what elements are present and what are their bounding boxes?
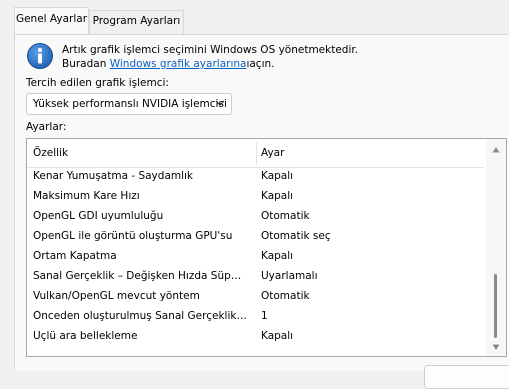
preferred-gpu-dropdown[interactable]: Yüksek performanslı NVIDIA işlemcisi — [26, 93, 232, 115]
scrollbar-thumb[interactable] — [494, 274, 497, 338]
column-header-setting[interactable]: Ayar — [261, 147, 284, 159]
tab-general-settings[interactable]: Genel Ayarlar — [14, 7, 89, 35]
table-row[interactable]: OpenGL ile görüntü oluşturma GPU'su Otom… — [27, 227, 484, 247]
feature-cell: Maksimum Kare Hızı — [33, 190, 140, 202]
settings-list: Özellik Ayar Kenar Yumuşatma - Saydamlık… — [26, 138, 507, 357]
restore-button[interactable] — [424, 365, 509, 389]
tab-general-settings-label: Genel Ayarlar — [15, 13, 88, 25]
setting-cell: Kapalı — [261, 190, 294, 202]
table-row[interactable]: Sanal Gerçeklik – Değişken Hızda Süper Ö… — [27, 267, 484, 287]
table-row[interactable]: Önceden oluşturulmuş Sanal Gerçeklik kar… — [27, 307, 484, 327]
info-link-suffix: ıaçın. — [246, 58, 275, 70]
info-link-prefix: Buradan — [62, 58, 107, 70]
setting-cell: Otomatik — [261, 210, 310, 222]
vertical-scrollbar[interactable] — [486, 139, 506, 356]
scroll-up-arrow-icon[interactable] — [492, 145, 500, 153]
setting-cell: Otomatik seç — [261, 230, 331, 242]
table-row[interactable]: Üçlü ara bellekleme Kapalı — [27, 327, 484, 347]
scroll-down-arrow-icon[interactable] — [492, 342, 500, 350]
preferred-gpu-label: Tercih edilen grafik işlemci: — [26, 77, 169, 89]
table-row[interactable]: OpenGL GDI uyumluluğu Otomatik — [27, 207, 484, 227]
settings-label: Ayarlar: — [26, 121, 67, 133]
table-row[interactable]: Ortam Kapatma Kapalı — [27, 247, 484, 267]
list-header: Özellik Ayar — [27, 139, 484, 168]
tab-program-settings[interactable]: Program Ayarları — [89, 10, 184, 34]
chevron-down-icon — [215, 98, 225, 108]
feature-cell: Önceden oluşturulmuş Sanal Gerçeklik kar… — [33, 310, 247, 322]
feature-cell: OpenGL ile görüntü oluşturma GPU'su — [33, 230, 233, 242]
feature-cell: OpenGL GDI uyumluluğu — [33, 210, 164, 222]
table-row[interactable]: Vulkan/OpenGL mevcut yöntem Otomatik — [27, 287, 484, 307]
setting-cell: Kapalı — [261, 170, 294, 182]
column-header-feature[interactable]: Özellik — [33, 147, 68, 159]
feature-cell: Kenar Yumuşatma - Saydamlık — [33, 170, 194, 182]
setting-cell: Kapalı — [261, 250, 294, 262]
feature-cell: Sanal Gerçeklik – Değişken Hızda Süper Ö… — [33, 270, 247, 282]
tab-bar: Genel Ayarlar Program Ayarları — [0, 0, 509, 35]
setting-cell: Uyarlamalı — [261, 270, 318, 282]
setting-cell: Otomatik — [261, 290, 310, 302]
table-row[interactable]: Kenar Yumuşatma - Saydamlık Kapalı — [27, 167, 484, 187]
column-divider[interactable] — [256, 142, 257, 164]
feature-cell: Üçlü ara bellekleme — [33, 330, 138, 342]
tab-program-settings-label: Program Ayarları — [92, 15, 181, 27]
info-text: Artık grafik işlemci seçimini Windows OS… — [62, 44, 359, 56]
table-row[interactable]: Maksimum Kare Hızı Kapalı — [27, 187, 484, 207]
info-icon — [26, 42, 54, 70]
info-link-line: Buradan Windows grafik ayarlarınaıaçın. — [62, 58, 275, 70]
windows-graphics-settings-link[interactable]: Windows grafik ayarlarına — [110, 58, 247, 70]
settings-rows: Kenar Yumuşatma - Saydamlık Kapalı Maksi… — [27, 167, 484, 347]
setting-cell: Kapalı — [261, 330, 294, 342]
setting-cell: 1 — [261, 310, 268, 322]
feature-cell: Ortam Kapatma — [33, 250, 117, 262]
preferred-gpu-value: Yüksek performanslı NVIDIA işlemcisi — [33, 98, 227, 110]
feature-cell: Vulkan/OpenGL mevcut yöntem — [33, 290, 200, 302]
